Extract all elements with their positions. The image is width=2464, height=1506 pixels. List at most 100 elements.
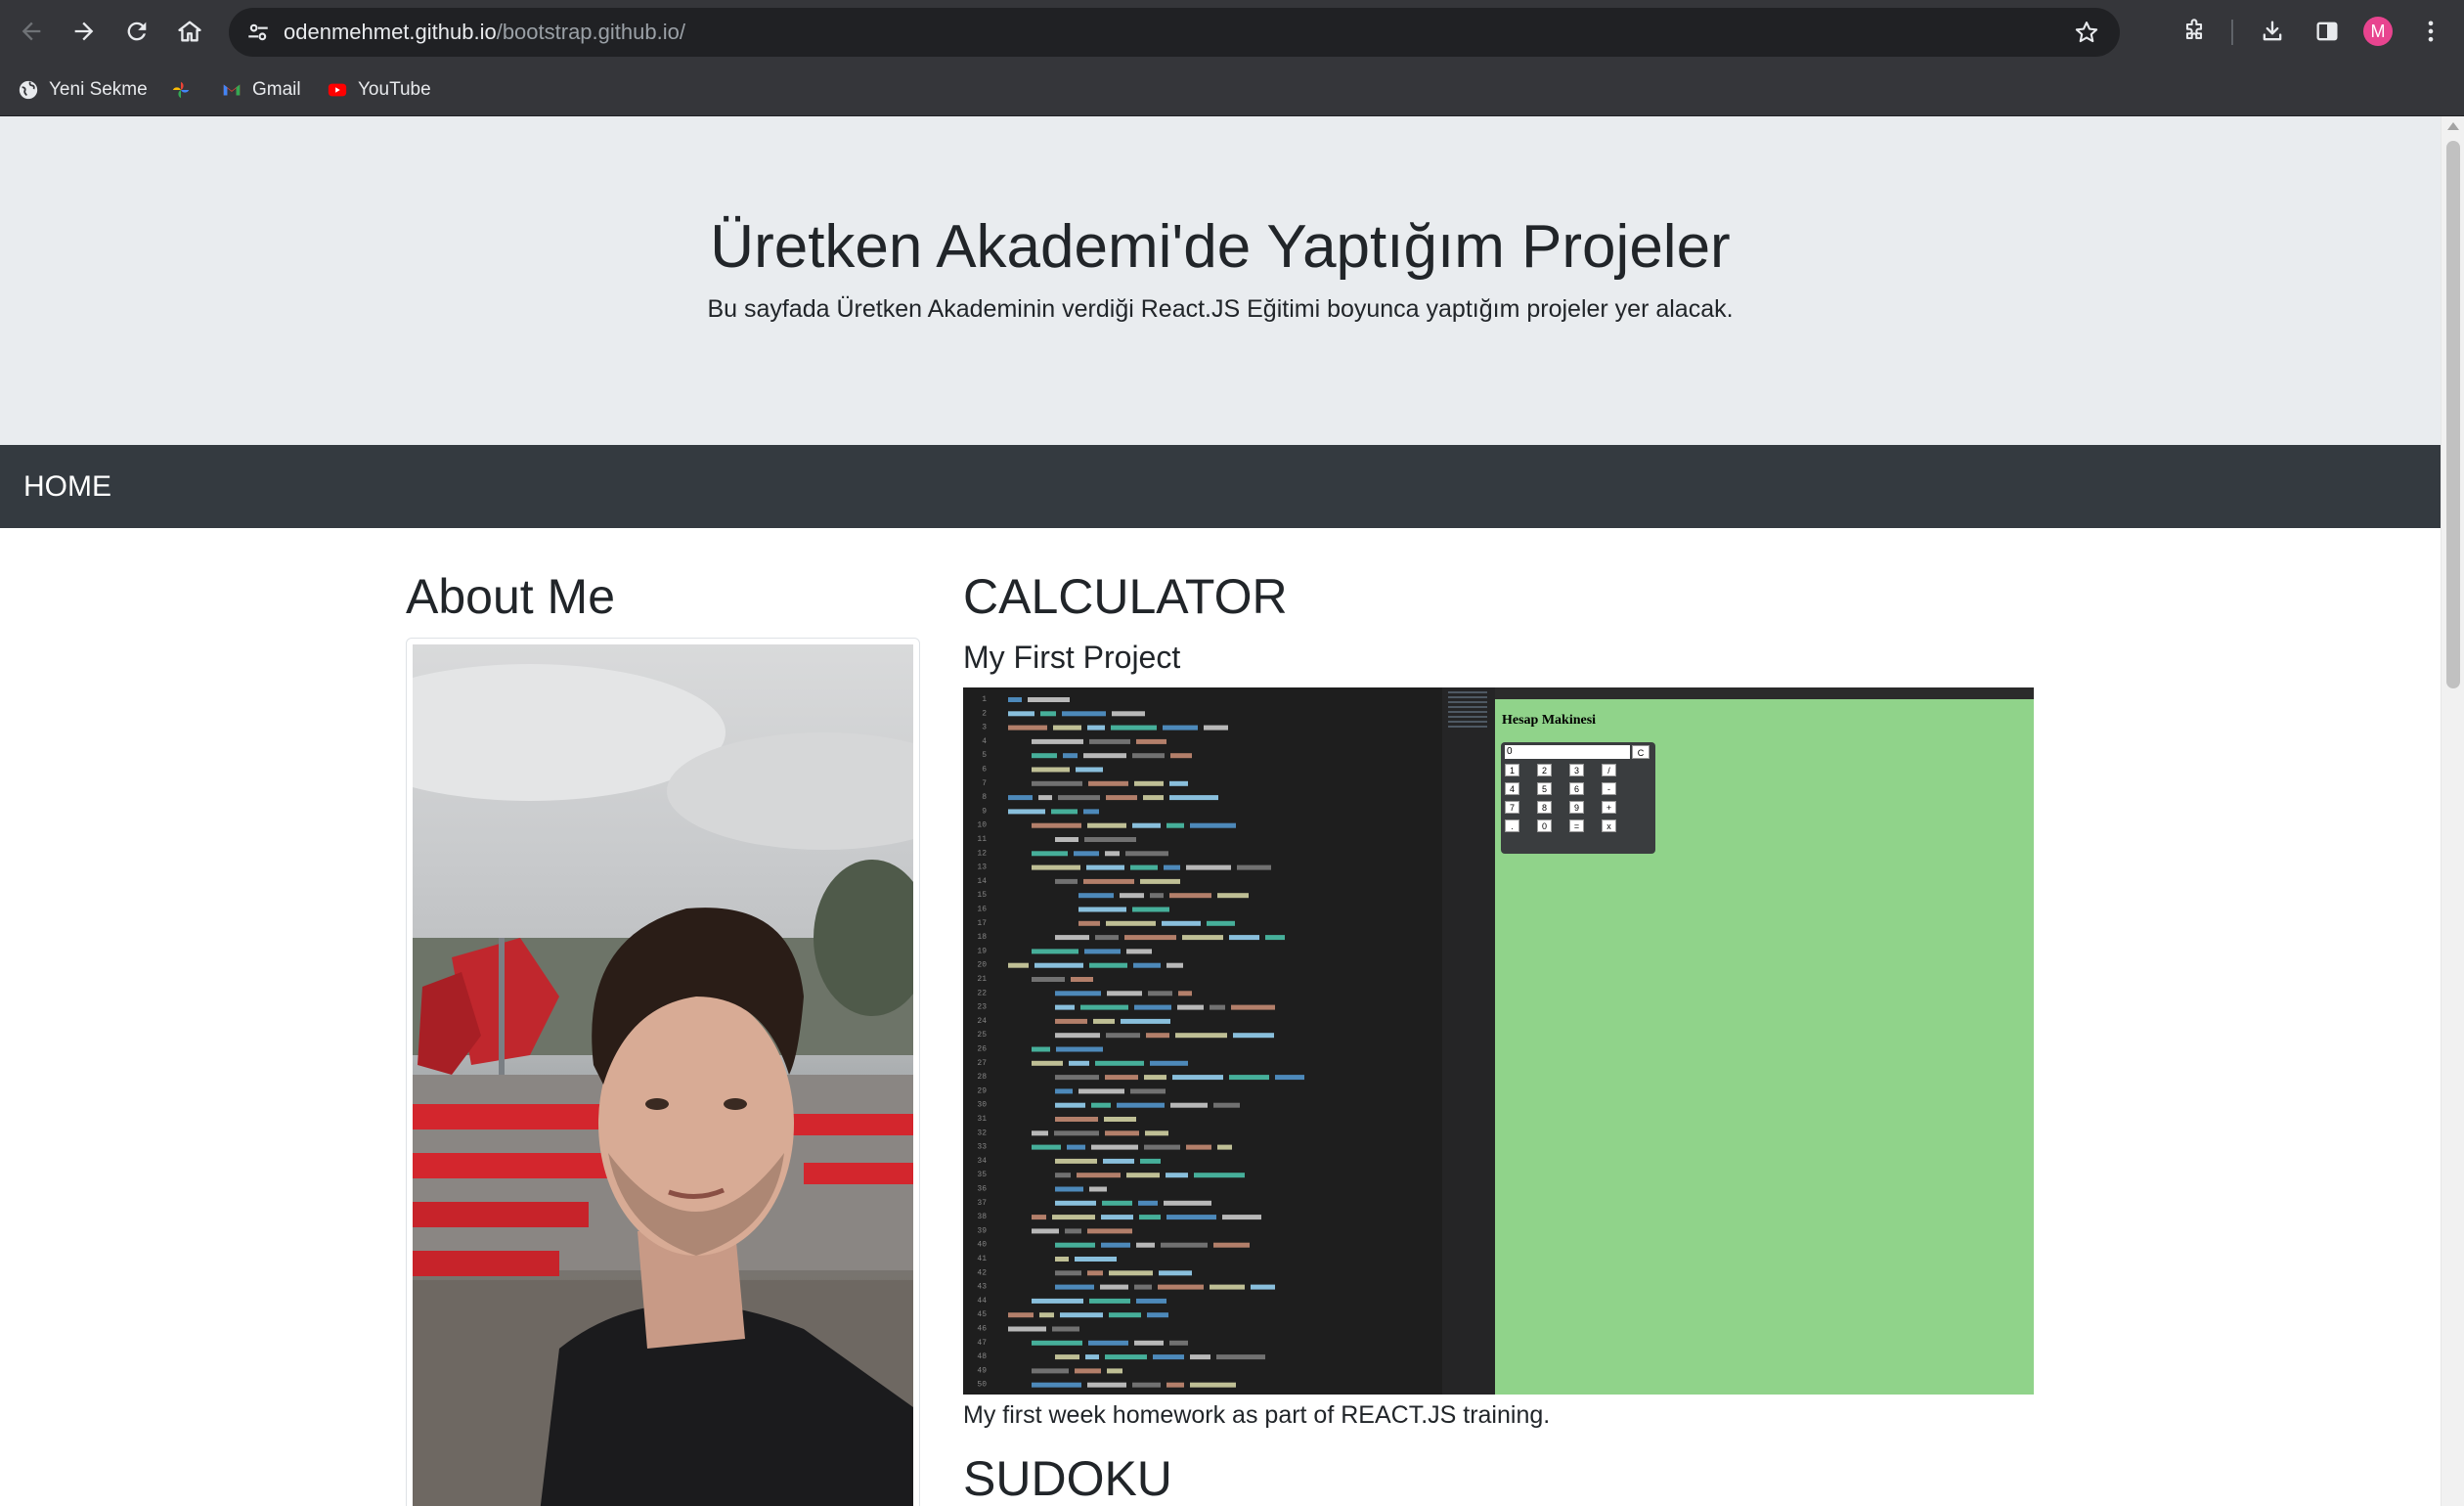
code-line-number: 12 <box>977 849 987 858</box>
preview-key: 5 <box>1537 782 1552 795</box>
bookmark-youtube[interactable]: YouTube <box>327 73 431 107</box>
code-token <box>1093 1018 1115 1024</box>
code-token <box>1104 1117 1136 1122</box>
code-token <box>1055 991 1101 997</box>
code-token <box>1105 1130 1139 1136</box>
code-token <box>1055 1018 1087 1024</box>
code-token <box>1069 1060 1089 1066</box>
code-token <box>1078 920 1100 926</box>
code-token <box>1213 1242 1250 1248</box>
code-line-number: 43 <box>977 1283 987 1292</box>
code-line-number: 35 <box>977 1171 987 1179</box>
code-line-number: 15 <box>977 891 987 900</box>
code-line-number: 21 <box>977 975 987 984</box>
home-button[interactable] <box>170 12 209 51</box>
site-info-button[interactable] <box>239 13 278 52</box>
scroll-up-arrow[interactable] <box>2447 122 2459 130</box>
code-token <box>1008 697 1022 702</box>
bookmark-gmail[interactable]: Gmail <box>221 73 301 107</box>
code-token <box>1170 753 1192 759</box>
preview-key: 6 <box>1569 782 1584 795</box>
menu-button[interactable] <box>2411 12 2450 51</box>
reload-button[interactable] <box>117 12 156 51</box>
code-token <box>1147 1312 1168 1318</box>
code-token <box>1101 1242 1130 1248</box>
gmail-icon <box>221 79 242 101</box>
preview-key: = <box>1569 819 1584 832</box>
code-line-number: 6 <box>982 766 987 775</box>
back-button[interactable] <box>12 12 51 51</box>
code-token <box>1102 1200 1132 1206</box>
calculator-screenshot: 1 2 3 4 5 6 7 8 9 10 11 12 13 14 15 16 17 18 19 20 21 22 23 24 2… <box>963 687 2034 1395</box>
bookmark-google-photos[interactable] <box>170 73 201 107</box>
code-token <box>1169 893 1211 899</box>
code-token <box>1062 711 1106 717</box>
code-token <box>1008 711 1034 717</box>
code-token <box>1166 1215 1216 1220</box>
side-panel-button[interactable] <box>2308 12 2347 51</box>
preview-key: 8 <box>1537 801 1552 814</box>
globe-icon <box>18 79 39 101</box>
preview-key: 9 <box>1569 801 1584 814</box>
preview-key: 2 <box>1537 764 1552 776</box>
profile-photo <box>413 644 913 1506</box>
code-token <box>1106 920 1156 926</box>
code-token <box>1213 1102 1240 1108</box>
bookmark-label: Gmail <box>252 79 301 100</box>
bookmark-yeni-sekme[interactable]: Yeni Sekme <box>18 73 148 107</box>
code-token <box>1194 1173 1245 1178</box>
code-token <box>1210 1284 1245 1290</box>
code-token <box>1144 1075 1166 1081</box>
profile-photo-frame <box>406 638 920 1506</box>
code-line-number: 27 <box>977 1059 987 1068</box>
code-token <box>1132 1382 1161 1388</box>
code-token <box>1089 962 1127 968</box>
code-token <box>1101 1215 1133 1220</box>
downloads-button[interactable] <box>2253 12 2292 51</box>
code-token <box>1170 1102 1208 1108</box>
code-token <box>1175 1033 1227 1039</box>
code-token <box>1164 1200 1211 1206</box>
code-token <box>1055 1033 1100 1039</box>
code-line-number: 20 <box>977 961 987 970</box>
bookmark-star-button[interactable] <box>2067 13 2106 52</box>
code-token <box>1088 780 1128 786</box>
code-token <box>1055 1242 1095 1248</box>
nav-home-link[interactable]: HOME <box>23 445 111 528</box>
url-host: odenmehmet.github.io <box>284 20 497 44</box>
page-scrollbar[interactable] <box>2441 116 2464 1506</box>
code-token <box>1074 851 1099 857</box>
calculator-caption: My first week homework as part of REACT.… <box>963 1401 1551 1429</box>
code-token <box>1217 1144 1232 1150</box>
code-token <box>1169 795 1218 801</box>
code-token <box>1075 1257 1117 1262</box>
profile-button[interactable]: M <box>2358 12 2398 51</box>
sudoku-heading: SUDOKU <box>963 1451 1172 1506</box>
code-token <box>1106 795 1137 801</box>
code-token <box>1008 1312 1034 1318</box>
code-token <box>1039 1312 1054 1318</box>
code-token <box>1060 1312 1103 1318</box>
code-token <box>1150 1060 1188 1066</box>
extensions-button[interactable] <box>2175 12 2214 51</box>
code-token <box>1080 1004 1128 1010</box>
code-token <box>1166 822 1184 828</box>
code-token <box>1055 878 1078 884</box>
code-token <box>1008 809 1045 815</box>
code-line-number: 39 <box>977 1226 987 1235</box>
scroll-thumb[interactable] <box>2446 141 2460 688</box>
code-token <box>1130 864 1158 870</box>
code-token <box>1032 780 1082 786</box>
code-token <box>1055 1257 1069 1262</box>
code-token <box>1231 1004 1275 1010</box>
address-bar[interactable]: odenmehmet.github.io/bootstrap.github.io… <box>229 8 2120 57</box>
forward-button[interactable] <box>65 12 104 51</box>
code-token <box>1095 935 1119 941</box>
preview-key: 7 <box>1505 801 1519 814</box>
url-text[interactable]: odenmehmet.github.io/bootstrap.github.io… <box>284 8 685 57</box>
code-line-number: 28 <box>977 1073 987 1082</box>
code-token <box>1100 1284 1128 1290</box>
code-token <box>1083 809 1099 815</box>
code-token <box>1169 780 1188 786</box>
toolbar-divider <box>2231 20 2233 45</box>
